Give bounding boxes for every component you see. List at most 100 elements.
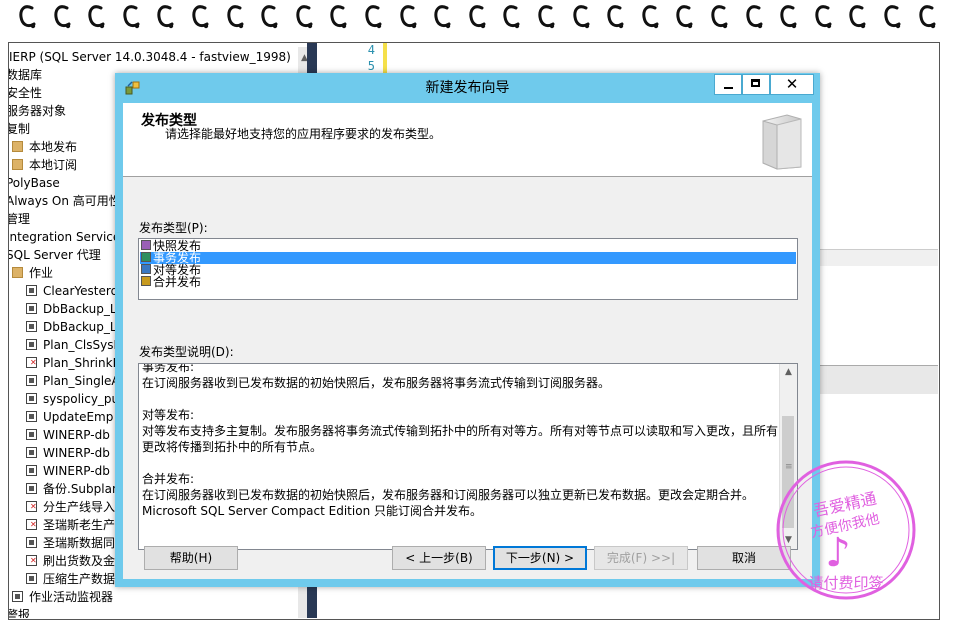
- tree-item[interactable]: DbBackup_L: [26, 300, 117, 318]
- tree-item[interactable]: 本地订阅: [12, 156, 77, 174]
- job-icon: [26, 429, 37, 440]
- tree-item[interactable]: Always On 高可用性: [9, 192, 121, 210]
- peer-to-peer-publication-icon: [141, 264, 151, 274]
- tree-item[interactable]: 压缩生产数据: [26, 570, 115, 588]
- tree-item[interactable]: 作业: [12, 264, 53, 282]
- close-button[interactable]: ✕: [770, 74, 814, 95]
- tree-item[interactable]: UpdateEmp: [26, 408, 113, 426]
- change-marker: [383, 43, 387, 77]
- spiral-ring-icon: [399, 2, 417, 32]
- list-item-merge[interactable]: 合并发布: [140, 276, 796, 288]
- publication-type-label: 发布类型(P):: [139, 221, 208, 235]
- spiral-ring-icon: [918, 2, 936, 32]
- minimize-button[interactable]: [714, 74, 742, 95]
- scroll-up-icon[interactable]: ▲: [780, 364, 797, 381]
- tree-item-label: WINERP-db: [43, 464, 110, 478]
- tree-item-label: Plan_ShrinkD: [43, 356, 122, 370]
- spiral-ring-icon: [364, 2, 382, 32]
- wizard-body: 发布类型 请选择能最好地支持您的应用程序要求的发布类型。 发布类型(P): 快照…: [123, 103, 812, 579]
- tree-item[interactable]: 圣瑞斯老生产: [26, 516, 115, 534]
- spiral-ring-icon: [260, 2, 278, 32]
- tree-item-label: Always On 高可用性: [9, 194, 121, 208]
- frame-left: [0, 40, 8, 636]
- tree-item-label: 数据库: [9, 68, 43, 82]
- job-icon: [26, 339, 37, 350]
- tree-item-label: 管理: [9, 212, 31, 226]
- publication-description-box[interactable]: 事务发布: 在订阅服务器收到已发布数据的初始快照后，发布服务器将事务流式传输到订…: [138, 363, 798, 550]
- frame-right: [938, 40, 958, 636]
- list-item-peer-to-peer[interactable]: 对等发布: [140, 264, 796, 276]
- spiral-ring-icon: [745, 2, 763, 32]
- spiral-ring-icon: [537, 2, 555, 32]
- spiral-ring-icon: [18, 2, 36, 32]
- tree-item-label: 作业活动监视器: [29, 590, 114, 604]
- tree-item[interactable]: 刷出货数及金: [26, 552, 115, 570]
- tree-item[interactable]: 本地发布: [12, 138, 77, 156]
- tree-item[interactable]: 服务器对象: [9, 102, 66, 120]
- spiral-ring-icon: [502, 2, 520, 32]
- help-button[interactable]: 帮助(H): [144, 546, 238, 570]
- tree-item[interactable]: WINERP-db: [26, 444, 110, 462]
- close-icon: ✕: [785, 75, 799, 93]
- frame-bottom: [0, 618, 958, 636]
- tree-item[interactable]: SQL Server 代理: [9, 246, 101, 264]
- maximize-button[interactable]: [742, 74, 770, 95]
- scroll-thumb[interactable]: ≡: [782, 416, 794, 528]
- tree-item[interactable]: 作业活动监视器: [12, 588, 113, 606]
- description-heading: 事务发布:: [142, 363, 195, 374]
- tree-item[interactable]: DbBackup_L: [26, 318, 117, 336]
- next-button[interactable]: 下一步(N) >: [493, 546, 587, 570]
- tree-item-label: 备份.Subplan: [43, 482, 120, 496]
- spiral-ring-icon: [814, 2, 832, 32]
- tree-item-label: Integration Services: [9, 230, 127, 244]
- results-panel-edge: [817, 365, 939, 394]
- spiral-ring-icon: [883, 2, 901, 32]
- list-item-snapshot[interactable]: 快照发布: [140, 240, 796, 252]
- tree-item[interactable]: Integration Services: [9, 228, 127, 246]
- tree-item-label: 分生产线导入: [43, 500, 116, 514]
- tree-item-label: PolyBase: [9, 176, 60, 190]
- job-icon: [26, 537, 37, 548]
- tree-item-label: DbBackup_L: [43, 320, 117, 334]
- folder-icon: [12, 159, 23, 170]
- tree-item[interactable]: 备份.Subplan: [26, 480, 120, 498]
- description-body: 在订阅服务器收到已发布数据的初始快照后，发布服务器和订阅服务器可以独立更新已发布…: [142, 488, 755, 518]
- tree-item[interactable]: PolyBase: [9, 174, 60, 192]
- tree-item[interactable]: Plan_ShrinkD: [26, 354, 122, 372]
- server-node-label: IERP (SQL Server 14.0.3048.4 - fastview_…: [9, 50, 291, 64]
- job-icon: [26, 573, 37, 584]
- folder-icon: [12, 141, 23, 152]
- spiral-ring-icon: [329, 2, 347, 32]
- tree-item[interactable]: 复制: [9, 120, 30, 138]
- tree-item[interactable]: 分生产线导入: [26, 498, 115, 516]
- tree-item[interactable]: WINERP-db: [26, 426, 110, 444]
- tree-item-label: WINERP-db: [43, 428, 110, 442]
- editor-scrollbar[interactable]: [817, 249, 939, 266]
- publication-type-list[interactable]: 快照发布 事务发布 对等发布 合并发布: [138, 238, 798, 300]
- tree-item[interactable]: Plan_SingleA: [26, 372, 120, 390]
- tree-item[interactable]: 圣瑞斯数据同: [26, 534, 115, 552]
- tree-item[interactable]: syspolicy_pu: [26, 390, 119, 408]
- spiral-ring-icon: [641, 2, 659, 32]
- tree-item[interactable]: WINERP-db: [26, 462, 110, 480]
- tree-item-label: WINERP-db: [43, 446, 110, 460]
- server-node[interactable]: IERP (SQL Server 14.0.3048.4 - fastview_…: [9, 48, 291, 66]
- tree-item[interactable]: 管理: [9, 210, 30, 228]
- new-publication-wizard: 新建发布向导 ✕ 发布类型 请选择能最好地支持您的应用程序要求的发布类型。 发布…: [115, 73, 820, 587]
- tree-item[interactable]: 安全性: [9, 84, 42, 102]
- wizard-book-icon: [762, 114, 802, 170]
- job-icon: [26, 465, 37, 476]
- snapshot-publication-icon: [141, 240, 151, 250]
- back-button[interactable]: < 上一步(B): [392, 546, 486, 570]
- cancel-button[interactable]: 取消: [697, 546, 791, 570]
- title-bar[interactable]: 新建发布向导 ✕: [115, 73, 820, 103]
- tree-item-label: Plan_ClsSysE: [43, 338, 122, 352]
- job-icon: [26, 411, 37, 422]
- tree-item-label: syspolicy_pu: [43, 392, 120, 406]
- tree-item[interactable]: 数据库: [9, 66, 42, 84]
- tree-item[interactable]: Plan_ClsSysE: [26, 336, 121, 354]
- spiral-ring-icon: [779, 2, 797, 32]
- description-scrollbar[interactable]: ▲ ≡ ▼: [779, 364, 797, 549]
- finish-button[interactable]: 完成(F) >>|: [594, 546, 688, 570]
- list-item-transactional[interactable]: 事务发布: [140, 252, 796, 264]
